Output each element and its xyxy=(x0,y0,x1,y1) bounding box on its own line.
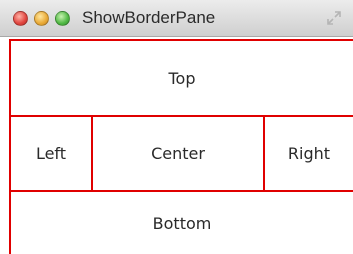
right-region-label: Right xyxy=(263,115,353,192)
bottom-region-label: Bottom xyxy=(9,190,353,254)
application-window: ShowBorderPane Top Left Center Right Bot… xyxy=(0,0,353,254)
close-window-button[interactable] xyxy=(13,11,28,26)
border-pane: Top Left Center Right Bottom xyxy=(0,37,353,254)
fullscreen-icon[interactable] xyxy=(327,11,341,25)
zoom-window-button[interactable] xyxy=(55,11,70,26)
center-region-label: Center xyxy=(91,115,265,192)
top-region-label: Top xyxy=(9,39,353,117)
window-title: ShowBorderPane xyxy=(82,8,216,27)
title-bar[interactable]: ShowBorderPane xyxy=(0,0,353,37)
minimize-window-button[interactable] xyxy=(34,11,49,26)
left-region-label: Left xyxy=(9,115,93,192)
